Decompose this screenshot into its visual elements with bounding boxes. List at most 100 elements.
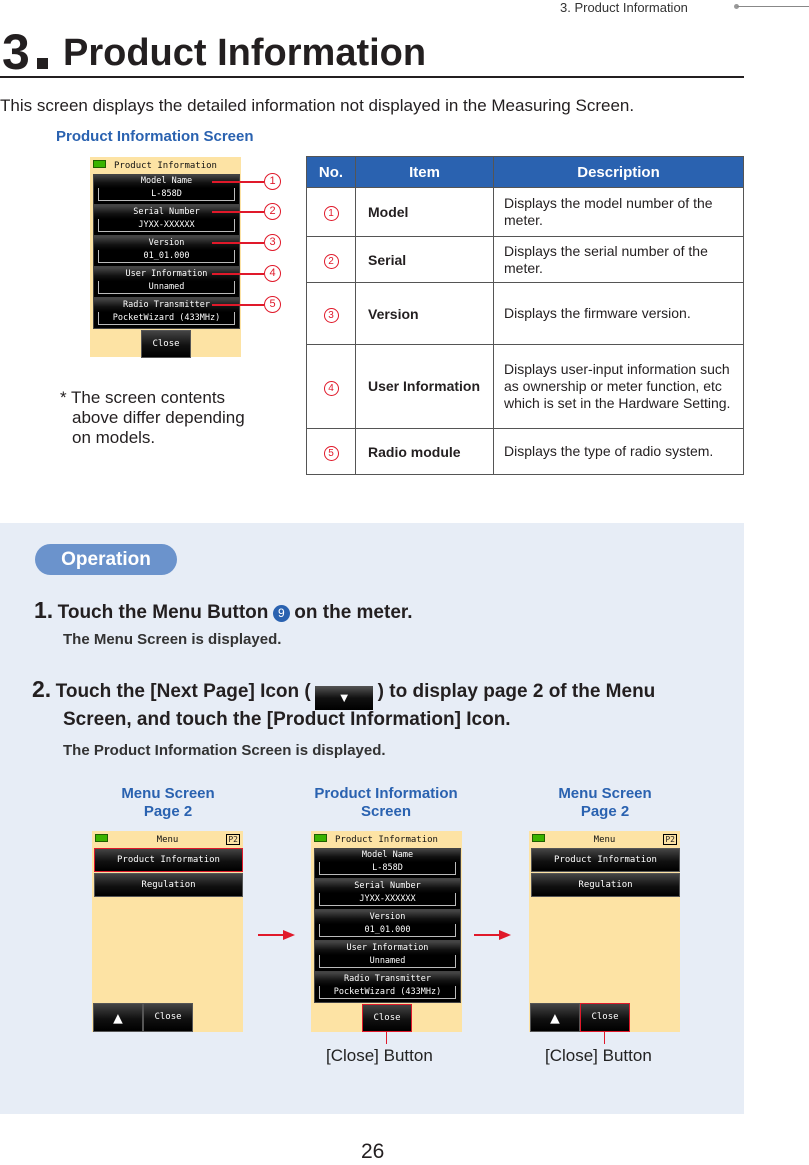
field-label: Version — [315, 911, 460, 924]
note-line: above differ depending — [72, 408, 245, 427]
step-text: Touch the Menu Button — [57, 602, 269, 623]
page-title: Product Information — [63, 32, 427, 74]
close-button[interactable]: Close — [141, 330, 191, 358]
regulation-menu-item[interactable]: Regulation — [531, 873, 680, 897]
user-information-field: User Information Unnamed — [93, 267, 240, 298]
field-value: Unnamed — [98, 281, 235, 294]
page-number: 26 — [361, 1140, 385, 1163]
caption-menu-page2-right: Menu Screen Page 2 — [525, 785, 685, 821]
screen-title: Product Information — [114, 161, 217, 171]
field-value: Unnamed — [319, 955, 456, 968]
caption-menu-page2-left: Menu Screen Page 2 — [88, 785, 248, 821]
row-item: Version — [355, 282, 494, 345]
title-rule — [0, 76, 744, 78]
callout-5: 5 — [264, 296, 281, 313]
product-info-screen-step: Product Information Model Name L-858D Se… — [311, 831, 462, 1032]
user-information-field: User Information Unnamed — [314, 941, 461, 972]
previous-page-button[interactable]: ▲ — [530, 1003, 580, 1032]
number-badge: 5 — [323, 445, 339, 461]
model-name-field: Model Name L-858D — [314, 848, 461, 879]
radio-transmitter-field: Radio Transmitter PocketWizard (433MHz) — [93, 298, 240, 329]
page-indicator: P2 — [663, 834, 677, 845]
header-item: Item — [355, 156, 494, 188]
number-badge: 2 — [323, 253, 339, 269]
field-value: JYXX-XXXXXX — [98, 219, 235, 232]
row-no: 1 — [306, 187, 356, 237]
table-row: 2 Serial Displays the serial number of t… — [306, 236, 744, 283]
callout-2: 2 — [264, 203, 281, 220]
table-row: 1 Model Displays the model number of the… — [306, 187, 744, 237]
close-button[interactable]: Close — [362, 1004, 412, 1032]
step-number: 2. — [32, 676, 52, 702]
row-item: Model — [355, 187, 494, 237]
row-item: User Information — [355, 344, 494, 429]
regulation-menu-item[interactable]: Regulation — [94, 873, 243, 897]
running-header: 3. Product Information — [560, 0, 688, 15]
chapter-dot — [37, 58, 48, 69]
table-row: 3 Version Displays the firmware version. — [306, 282, 744, 345]
product-info-screen: Product Information Model Name L-858D Se… — [90, 157, 241, 358]
screen-title: Menu — [593, 835, 616, 845]
step-text: Touch the [Next Page] Icon ( — [55, 681, 311, 702]
callout-line-4 — [212, 273, 264, 275]
screen-label: Product Information Screen — [56, 128, 254, 145]
callout-4: 4 — [264, 265, 281, 282]
close-button-caption: [Close] Button — [545, 1046, 652, 1065]
product-information-menu-item[interactable]: Product Information — [94, 848, 243, 872]
step-1-result: The Menu Screen is displayed. — [63, 631, 282, 648]
caption-line: Page 2 — [143, 803, 193, 820]
screen-title: Menu — [156, 835, 179, 845]
field-label: Model Name — [315, 849, 460, 862]
row-no: 5 — [306, 428, 356, 475]
header-rule — [737, 6, 809, 7]
caption-product-info: Product Information Screen — [296, 785, 476, 821]
product-information-menu-item[interactable]: Product Information — [531, 848, 680, 872]
arrow-head-icon — [283, 930, 295, 940]
arrow-head-icon — [499, 930, 511, 940]
row-no: 4 — [306, 344, 356, 429]
note-line: on models. — [72, 428, 156, 447]
caption-line: Product Information — [314, 785, 458, 802]
row-no: 3 — [306, 282, 356, 345]
row-desc: Displays the serial number of the meter. — [493, 236, 744, 283]
caption-line: Menu Screen — [558, 785, 652, 802]
chapter-number: 3 — [2, 24, 30, 80]
callout-line-3 — [212, 242, 264, 244]
caption-line: Page 2 — [580, 803, 630, 820]
flow-arrow-2 — [474, 934, 500, 936]
field-value: L-858D — [98, 188, 235, 201]
row-desc: Displays the firmware version. — [493, 282, 744, 345]
info-table: No. Item Description 1 Model Displays th… — [306, 156, 744, 475]
page-indicator: P2 — [226, 834, 240, 845]
row-item: Radio module — [355, 428, 494, 475]
field-label: Radio Transmitter — [315, 973, 460, 986]
number-badge: 1 — [323, 206, 339, 221]
field-label: User Information — [315, 942, 460, 955]
field-value: PocketWizard (433MHz) — [98, 312, 235, 325]
callout-1: 1 — [264, 173, 281, 190]
row-desc: Displays the model number of the meter. — [493, 187, 744, 237]
serial-number-field: Serial Number JYXX-XXXXXX — [93, 205, 240, 236]
menu-screen-right: Menu P2 Product Information Regulation ▲… — [529, 831, 680, 1032]
caption-line: Screen — [360, 803, 412, 820]
close-button[interactable]: Close — [580, 1003, 630, 1032]
table-row: 4 User Information Displays user-input i… — [306, 344, 744, 429]
callout-line-5 — [212, 304, 264, 306]
leader-line — [604, 1032, 605, 1044]
previous-page-button[interactable]: ▲ — [93, 1003, 143, 1032]
close-button[interactable]: Close — [143, 1003, 193, 1032]
operation-badge: Operation — [35, 544, 177, 575]
note-line: * The screen contents — [60, 388, 226, 407]
step-text: ) to display page 2 of the Menu — [377, 681, 656, 702]
step-number: 1. — [34, 597, 54, 623]
caption-line: Menu Screen — [121, 785, 215, 802]
note: * The screen contents above differ depen… — [60, 388, 245, 448]
menu-screen-left: Menu P2 Product Information Regulation ▲… — [92, 831, 243, 1032]
callout-line-2 — [212, 211, 264, 213]
leader-line — [386, 1032, 387, 1044]
field-value: L-858D — [319, 862, 456, 875]
number-badge: 4 — [323, 380, 339, 396]
version-field: Version 01_01.000 — [93, 236, 240, 267]
table-row: 5 Radio module Displays the type of radi… — [306, 428, 744, 475]
field-value: PocketWizard (433MHz) — [319, 986, 456, 999]
